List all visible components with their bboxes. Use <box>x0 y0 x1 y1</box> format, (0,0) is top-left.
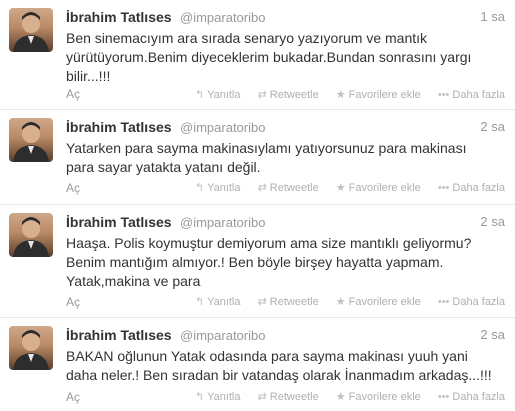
reply-button[interactable]: ↰ Yanıtla <box>195 296 241 308</box>
favorite-button[interactable]: ★ Favorilere ekle <box>336 391 421 403</box>
author-name[interactable]: İbrahim Tatlıses <box>66 214 172 230</box>
star-icon: ★ <box>335 182 346 194</box>
avatar[interactable] <box>9 213 53 257</box>
favorite-button[interactable]: ★ Favorilere ekle <box>336 89 421 101</box>
tweet-text: Yatarken para sayma makinasıylamı yatıyo… <box>66 140 467 175</box>
reply-button[interactable]: ↰ Yanıtla <box>195 391 241 403</box>
more-button[interactable]: ••• Daha fazla <box>438 89 505 101</box>
star-icon: ★ <box>335 391 346 403</box>
reply-arrow-icon: ↰ <box>194 296 205 308</box>
tweet[interactable]: İbrahim Tatlıses @imparatoribo 2 sa BAKA… <box>0 318 515 411</box>
reply-arrow-icon: ↰ <box>194 89 205 101</box>
tweet[interactable]: İbrahim Tatlıses @imparatoribo 1 sa Ben … <box>0 0 515 110</box>
retweet-icon: ⇄ <box>257 391 267 403</box>
author-handle[interactable]: @imparatoribo <box>180 328 265 343</box>
retweet-icon: ⇄ <box>257 182 267 194</box>
reply-label: Yanıtla <box>207 391 241 403</box>
retweet-button[interactable]: ⇄ Retweetle <box>258 89 319 101</box>
avatar[interactable] <box>9 118 53 162</box>
star-icon: ★ <box>335 89 346 101</box>
favorite-button[interactable]: ★ Favorilere ekle <box>336 296 421 308</box>
reply-label: Yanıtla <box>207 182 241 194</box>
avatar[interactable] <box>9 8 53 52</box>
retweet-icon: ⇄ <box>257 89 267 101</box>
expand-link[interactable]: Aç <box>66 87 80 101</box>
tweet[interactable]: İbrahim Tatlıses @imparatoribo 2 sa Yata… <box>0 110 515 205</box>
favorite-label: Favorilere ekle <box>348 296 421 308</box>
dots-icon: ••• <box>437 296 450 308</box>
favorite-button[interactable]: ★ Favorilere ekle <box>336 182 421 194</box>
dots-icon: ••• <box>437 182 450 194</box>
expand-link[interactable]: Aç <box>66 390 80 404</box>
star-icon: ★ <box>335 296 346 308</box>
tweet-header: İbrahim Tatlıses @imparatoribo 2 sa <box>66 119 505 137</box>
author-handle[interactable]: @imparatoribo <box>180 10 265 25</box>
favorite-label: Favorilere ekle <box>348 182 421 194</box>
reply-button[interactable]: ↰ Yanıtla <box>195 89 241 101</box>
retweet-label: Retweetle <box>269 89 319 101</box>
more-button[interactable]: ••• Daha fazla <box>438 391 505 403</box>
tweet-actions: ↰ Yanıtla ⇄ Retweetle ★ Favorilere ekle •••… <box>181 390 505 403</box>
expand-link[interactable]: Aç <box>66 295 80 309</box>
more-label: Daha fazla <box>452 89 505 101</box>
tweet-timeline: İbrahim Tatlıses @imparatoribo 1 sa Ben … <box>0 0 515 411</box>
author-handle[interactable]: @imparatoribo <box>180 215 265 230</box>
retweet-button[interactable]: ⇄ Retweetle <box>258 296 319 308</box>
tweet-header: İbrahim Tatlıses @imparatoribo 2 sa <box>66 214 505 232</box>
tweet[interactable]: İbrahim Tatlıses @imparatoribo 2 sa Haaş… <box>0 205 515 318</box>
tweet-timestamp[interactable]: 2 sa <box>480 214 505 229</box>
dots-icon: ••• <box>437 391 450 403</box>
tweet-text: Ben sinemacıyım ara sırada senaryo yazıy… <box>66 30 472 84</box>
tweet-text: Haaşa. Polis koymuştur demiyorum ama siz… <box>66 235 472 289</box>
more-button[interactable]: ••• Daha fazla <box>438 296 505 308</box>
retweet-label: Retweetle <box>269 296 319 308</box>
retweet-label: Retweetle <box>269 182 319 194</box>
dots-icon: ••• <box>437 89 450 101</box>
reply-arrow-icon: ↰ <box>194 182 205 194</box>
avatar[interactable] <box>9 326 53 370</box>
author-name[interactable]: İbrahim Tatlıses <box>66 119 172 135</box>
tweet-actions: ↰ Yanıtla ⇄ Retweetle ★ Favorilere ekle •••… <box>181 181 505 194</box>
retweet-button[interactable]: ⇄ Retweetle <box>258 182 319 194</box>
expand-link[interactable]: Aç <box>66 181 80 195</box>
reply-label: Yanıtla <box>207 89 241 101</box>
more-label: Daha fazla <box>452 182 505 194</box>
tweet-text: BAKAN oğlunun Yatak odasında para sayma … <box>66 348 492 383</box>
retweet-button[interactable]: ⇄ Retweetle <box>258 391 319 403</box>
more-label: Daha fazla <box>452 391 505 403</box>
tweet-timestamp[interactable]: 2 sa <box>480 119 505 134</box>
reply-button[interactable]: ↰ Yanıtla <box>195 182 241 194</box>
favorite-label: Favorilere ekle <box>348 89 421 101</box>
author-handle[interactable]: @imparatoribo <box>180 120 265 135</box>
tweet-timestamp[interactable]: 1 sa <box>480 9 505 24</box>
more-label: Daha fazla <box>452 296 505 308</box>
author-name[interactable]: İbrahim Tatlıses <box>66 9 172 25</box>
tweet-actions: ↰ Yanıtla ⇄ Retweetle ★ Favorilere ekle •••… <box>181 88 505 101</box>
reply-arrow-icon: ↰ <box>194 391 205 403</box>
tweet-timestamp[interactable]: 2 sa <box>480 327 505 342</box>
tweet-header: İbrahim Tatlıses @imparatoribo 1 sa <box>66 9 505 27</box>
retweet-icon: ⇄ <box>257 296 267 308</box>
reply-label: Yanıtla <box>207 296 241 308</box>
author-name[interactable]: İbrahim Tatlıses <box>66 327 172 343</box>
favorite-label: Favorilere ekle <box>348 391 421 403</box>
retweet-label: Retweetle <box>269 391 319 403</box>
more-button[interactable]: ••• Daha fazla <box>438 182 505 194</box>
tweet-actions: ↰ Yanıtla ⇄ Retweetle ★ Favorilere ekle •••… <box>181 295 505 308</box>
tweet-header: İbrahim Tatlıses @imparatoribo 2 sa <box>66 327 505 345</box>
